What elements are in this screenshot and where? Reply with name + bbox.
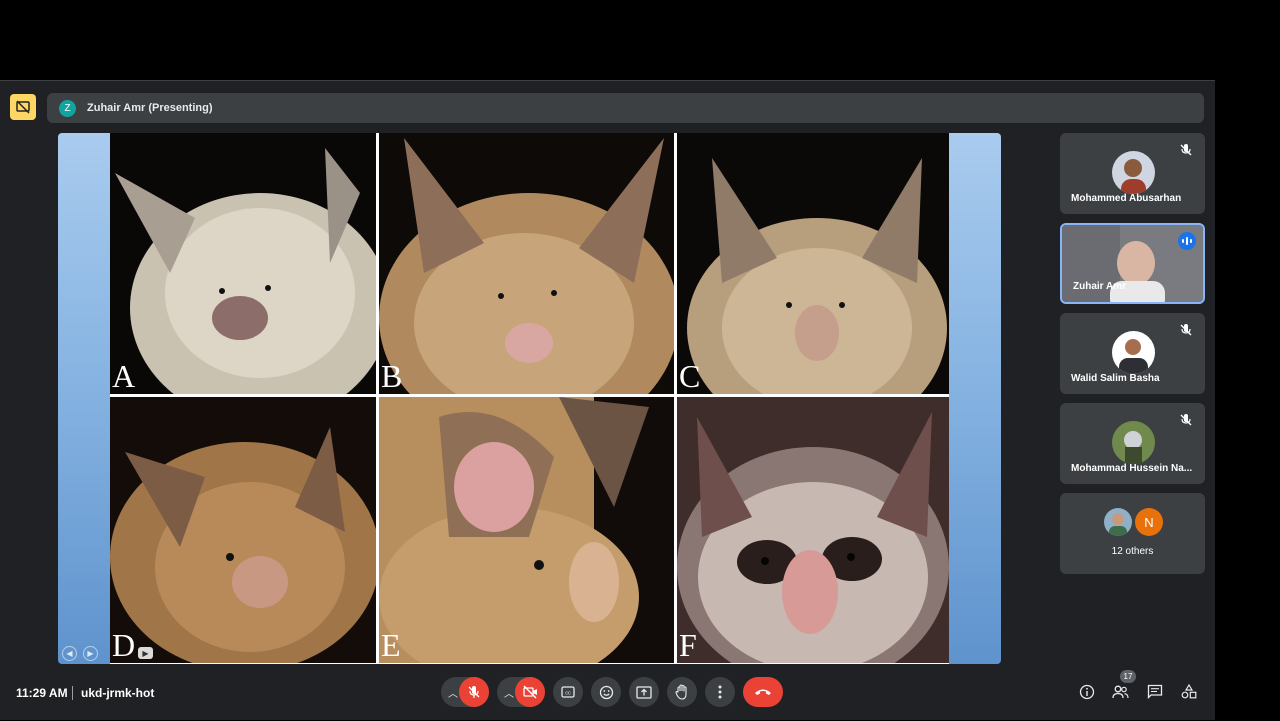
divider <box>72 686 73 700</box>
participant-name: Zuhair Amr <box>1073 281 1126 292</box>
bat-photo-e: E <box>379 397 674 663</box>
leave-call-button[interactable] <box>743 677 783 707</box>
more-options-icon <box>718 685 722 699</box>
camera-off-icon <box>522 685 537 699</box>
mic-off-icon <box>1180 324 1192 336</box>
bat-photo-b: B <box>379 133 674 394</box>
next-slide-icon[interactable]: ▶ <box>83 645 98 661</box>
more-options-button[interactable] <box>705 677 735 707</box>
camera-control-group: ︿ <box>497 677 545 707</box>
chat-icon <box>1147 684 1162 699</box>
panel-label: C <box>679 358 701 394</box>
participant-name: Walid Salim Basha <box>1071 373 1160 384</box>
others-avatars: N <box>1104 508 1163 536</box>
chat-button[interactable] <box>1146 683 1163 700</box>
meeting-details-button[interactable] <box>1078 683 1095 700</box>
info-icon <box>1079 684 1094 699</box>
presenter-avatar: Z <box>59 99 76 117</box>
camera-off-button[interactable] <box>515 677 545 707</box>
emoji-icon <box>599 685 613 699</box>
avatar <box>1111 331 1155 374</box>
people-icon <box>1112 685 1129 698</box>
mic-off-icon <box>1180 144 1192 156</box>
participant-tile[interactable]: Mohammed Abusarhan <box>1060 133 1205 214</box>
presentation-stage: A B C D E F ◀ ▶ ▶ <box>58 133 1001 664</box>
participant-tiles: Mohammed Abusarhan Zuhair Amr Walid Sali… <box>1060 133 1205 583</box>
participant-name: Mohammad Hussein Na... <box>1071 463 1193 474</box>
activities-icon <box>1181 684 1196 699</box>
avatar <box>1104 508 1132 536</box>
meet-window: Z Zuhair Amr (Presenting) A B C D E F ◀ … <box>0 80 1215 720</box>
avatar-initial: N <box>1135 508 1163 536</box>
panel-label: B <box>381 358 403 394</box>
mic-off-button[interactable] <box>459 677 489 707</box>
bat-photo-c: C <box>677 133 949 394</box>
bat-photo-d: D <box>110 397 376 663</box>
raise-hand-icon <box>675 684 687 700</box>
panel-label: A <box>112 358 136 394</box>
svg-text:cc: cc <box>565 691 571 697</box>
video-letterbox-top <box>0 0 1280 80</box>
participant-tile-active-speaker[interactable]: Zuhair Amr <box>1060 223 1205 304</box>
emoji-button[interactable] <box>591 677 621 707</box>
participant-count-badge: 17 <box>1120 670 1136 683</box>
call-controls: ︿ ︿ cc <box>441 677 783 707</box>
participant-tile[interactable]: Walid Salim Basha <box>1060 313 1205 394</box>
video-icon[interactable]: ▶ <box>138 647 153 659</box>
participant-tile[interactable]: Mohammad Hussein Na... <box>1060 403 1205 484</box>
stop-presenting-icon[interactable] <box>10 94 36 120</box>
mic-off-icon <box>1180 414 1192 426</box>
slide-photo-grid: A B C D E F <box>110 133 949 664</box>
side-panel-controls: 17 <box>1078 670 1197 700</box>
activities-button[interactable] <box>1180 683 1197 700</box>
present-screen-icon <box>636 685 652 699</box>
raise-hand-button[interactable] <box>667 677 697 707</box>
bottom-toolbar: 11:29 AM ukd-jrmk-hot ︿ ︿ cc 17 <box>0 669 1215 721</box>
present-screen-button[interactable] <box>629 677 659 707</box>
others-tile[interactable]: N 12 others <box>1060 493 1205 574</box>
bat-photo-f: F <box>677 397 949 663</box>
chevron-up-icon[interactable]: ︿ <box>447 685 459 700</box>
video-letterbox-right <box>1215 80 1280 720</box>
slide-controls: ◀ ▶ ▶ <box>58 642 1001 664</box>
captions-button[interactable]: cc <box>553 677 583 707</box>
others-count-label: 12 others <box>1111 546 1154 557</box>
captions-icon: cc <box>561 686 575 698</box>
meeting-code: ukd-jrmk-hot <box>81 686 155 700</box>
presenter-label: Zuhair Amr (Presenting) <box>87 102 213 114</box>
end-call-icon <box>755 689 771 695</box>
clock: 11:29 AM <box>16 686 68 700</box>
mic-off-icon <box>468 686 480 698</box>
avatar <box>1111 421 1155 464</box>
mic-control-group: ︿ <box>441 677 489 707</box>
chevron-up-icon[interactable]: ︿ <box>503 685 515 700</box>
bat-photo-a: A <box>110 133 376 394</box>
presenter-bar: Z Zuhair Amr (Presenting) <box>47 93 1204 123</box>
previous-slide-icon[interactable]: ◀ <box>62 645 77 661</box>
participant-name: Mohammed Abusarhan <box>1071 193 1182 204</box>
people-button[interactable]: 17 <box>1112 670 1136 700</box>
avatar <box>1111 151 1155 194</box>
speaking-indicator-icon <box>1178 232 1196 250</box>
